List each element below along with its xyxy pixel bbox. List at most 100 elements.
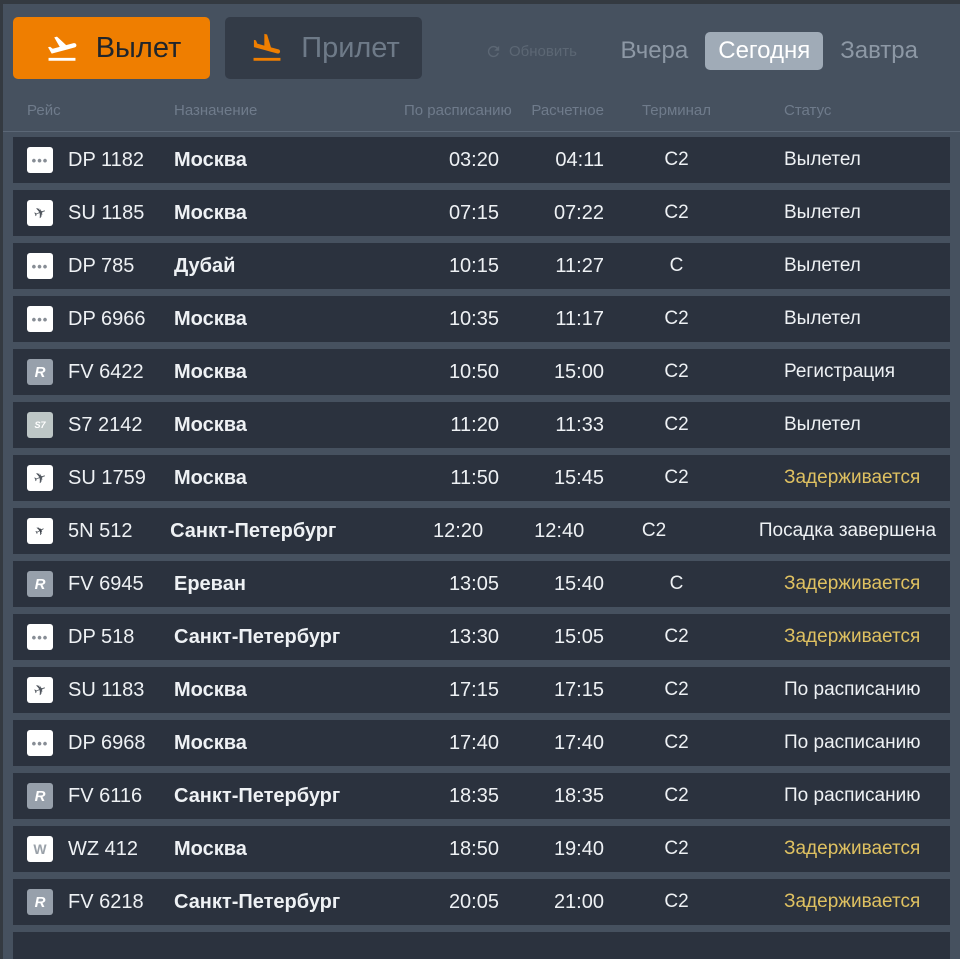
day-tab-yesterday[interactable]: Вчера [618, 32, 690, 70]
scheduled-time: 11:50 [450, 466, 499, 489]
estimated-time: 18:35 [553, 784, 604, 807]
tab-departures[interactable]: Вылет [13, 17, 210, 79]
table-row[interactable]: ✈ SU 1183 Москва 17:15 17:15 C2 По распи… [13, 667, 950, 713]
flight-number: SU 1183 [68, 678, 145, 701]
table-row[interactable]: R FV 6422 Москва 10:50 15:00 C2 Регистра… [13, 349, 950, 395]
day-tab-today[interactable]: Сегодня [705, 32, 824, 70]
destination: Санкт-Петербург [170, 519, 337, 542]
estimated-time: 15:00 [553, 360, 604, 383]
estimated-time: 17:40 [553, 731, 604, 754]
tab-arrivals-label: Прилет [301, 31, 400, 64]
day-switcher: Вчера Сегодня Завтра [618, 32, 920, 70]
status: Задерживается [784, 891, 921, 912]
status: Регистрация [784, 361, 896, 382]
flight-number: FV 6218 [68, 890, 144, 913]
table-row[interactable]: R FV 6116 Санкт-Петербург 18:35 18:35 C2… [13, 773, 950, 819]
terminal: C2 [664, 785, 689, 806]
status: По расписанию [784, 785, 921, 806]
column-header-estimated: Расчетное [531, 102, 604, 119]
flight-number: S7 2142 [68, 413, 143, 436]
airline-logo-icon: ✈ [27, 465, 53, 491]
airline-logo-icon: R [27, 783, 53, 809]
flight-number: FV 6945 [68, 572, 144, 595]
column-header-flight: Рейс [27, 102, 61, 119]
destination: Санкт-Петербург [174, 890, 341, 913]
estimated-time: 21:00 [553, 890, 604, 913]
destination: Москва [174, 360, 247, 383]
scheduled-time: 18:50 [448, 837, 499, 860]
terminal: C2 [664, 732, 689, 753]
column-header-destination: Назначение [174, 102, 258, 119]
estimated-time: 12:40 [534, 519, 585, 542]
scheduled-time: 10:50 [448, 360, 499, 383]
terminal: C [669, 573, 684, 594]
scheduled-time: 13:30 [448, 625, 499, 648]
destination: Москва [174, 837, 247, 860]
table-row[interactable]: ✈ SU 1185 Москва 07:15 07:22 C2 Вылетел [13, 190, 950, 236]
terminal: C2 [664, 626, 689, 647]
table-row[interactable]: ••• DP 1182 Москва 03:20 04:11 C2 Вылете… [13, 137, 950, 183]
table-row[interactable]: R FV 6945 Ереван 13:05 15:40 C Задержива… [13, 561, 950, 607]
column-header-terminal: Терминал [641, 102, 712, 119]
table-row[interactable]: R FV 6218 Санкт-Петербург 20:05 21:00 C2… [13, 879, 950, 925]
status: Вылетел [784, 202, 861, 223]
estimated-time: 11:27 [555, 254, 604, 277]
terminal: C2 [664, 361, 689, 382]
toolbar: Вылет Прилет Обновить Вчера Сегодня Завтра [3, 4, 960, 84]
table-row[interactable]: W WZ 412 Москва 18:50 19:40 C2 Задержива… [13, 826, 950, 872]
refresh-icon [487, 45, 500, 57]
flight-number: DP 785 [68, 254, 135, 277]
estimated-time: 15:40 [553, 572, 604, 595]
destination: Санкт-Петербург [174, 625, 341, 648]
scheduled-time: 17:15 [448, 678, 499, 701]
status: Задерживается [784, 626, 921, 647]
table-row[interactable]: ••• DP 6968 Москва 17:40 17:40 C2 По рас… [13, 720, 950, 766]
table-header: Рейс Назначение По расписанию Расчетное … [3, 90, 960, 132]
airline-logo-icon: ••• [27, 147, 53, 173]
scheduled-time: 07:15 [448, 201, 499, 224]
tab-arrivals[interactable]: Прилет [225, 17, 422, 79]
column-header-scheduled: По расписанию [404, 102, 512, 119]
table-row[interactable]: ✈ 5N 512 Санкт-Петербург 12:20 12:40 C2 … [13, 508, 950, 554]
destination: Ереван [174, 572, 246, 595]
airline-logo-icon: ••• [27, 306, 53, 332]
table-row-partial [13, 932, 950, 959]
scheduled-time: 13:05 [448, 572, 499, 595]
status: Вылетел [784, 149, 861, 170]
tab-departures-label: Вылет [95, 31, 182, 64]
table-row[interactable]: ✈ SU 1759 Москва 11:50 15:45 C2 Задержив… [13, 455, 950, 501]
airline-logo-icon: R [27, 571, 53, 597]
status: Вылетел [784, 255, 861, 276]
scheduled-time: 18:35 [448, 784, 499, 807]
estimated-time: 17:15 [553, 678, 604, 701]
airline-logo-icon: ✈ [27, 200, 53, 226]
flight-number: DP 6968 [68, 731, 146, 754]
flight-table-body: ••• DP 1182 Москва 03:20 04:11 C2 Вылете… [3, 137, 960, 959]
airline-logo-icon: ••• [27, 624, 53, 650]
terminal: C2 [664, 202, 689, 223]
terminal: C2 [664, 838, 689, 859]
scheduled-time: 10:35 [448, 307, 499, 330]
day-tab-tomorrow[interactable]: Завтра [838, 32, 920, 70]
estimated-time: 15:05 [553, 625, 604, 648]
table-row[interactable]: ••• DP 6966 Москва 10:35 11:17 C2 Вылете… [13, 296, 950, 342]
terminal: C2 [664, 679, 689, 700]
flight-number: 5N 512 [68, 519, 133, 542]
destination: Москва [174, 307, 247, 330]
terminal: C2 [641, 520, 667, 541]
airline-logo-icon: S7 [27, 412, 53, 438]
table-row[interactable]: ••• DP 518 Санкт-Петербург 13:30 15:05 C… [13, 614, 950, 660]
estimated-time: 15:45 [553, 466, 604, 489]
estimated-time: 11:33 [555, 413, 604, 436]
table-row[interactable]: S7 S7 2142 Москва 11:20 11:33 C2 Вылетел [13, 402, 950, 448]
table-row[interactable]: ••• DP 785 Дубай 10:15 11:27 C Вылетел [13, 243, 950, 289]
scheduled-time: 10:15 [448, 254, 499, 277]
flight-number: SU 1185 [68, 201, 145, 224]
airline-logo-icon: ✈ [27, 518, 53, 544]
scheduled-time: 11:20 [450, 413, 499, 436]
destination: Москва [174, 731, 247, 754]
airline-logo-icon: ••• [27, 730, 53, 756]
plane-takeoff-icon [47, 36, 77, 61]
refresh-button[interactable]: Обновить [485, 43, 577, 60]
terminal: C2 [664, 414, 689, 435]
